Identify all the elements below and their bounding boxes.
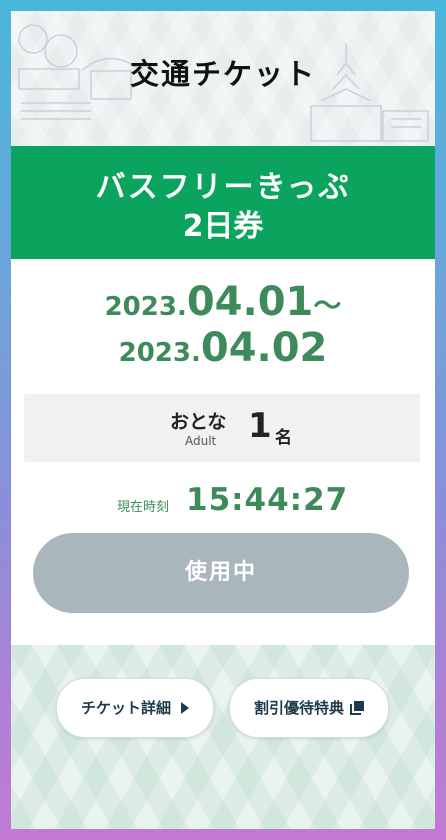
discount-benefits-button[interactable]: 割引優待特典 — [229, 678, 389, 738]
ticket-details-label: チケット詳細 — [80, 699, 171, 717]
passenger-count-box: おとな Adult 1 名 — [24, 394, 420, 462]
current-time-value: 15:44:27 — [186, 482, 349, 518]
ticket-card: 交通チケット バスフリーきっぷ 2日券 2023.04.01〜 2023.04.… — [11, 11, 435, 829]
range-separator: 〜 — [313, 289, 342, 322]
current-time-label: 現在時刻 — [117, 500, 170, 515]
passenger-count: 1 — [248, 406, 272, 446]
header-banner: 交通チケット — [11, 11, 435, 146]
external-link-icon — [350, 701, 364, 715]
end-year: 2023. — [118, 338, 201, 368]
ticket-name: バスフリーきっぷ — [95, 170, 351, 205]
in-use-status-button[interactable]: 使用中 — [33, 533, 409, 613]
triangle-right-icon — [181, 702, 189, 714]
passenger-type-sublabel: Adult — [185, 434, 217, 448]
passenger-unit: 名 — [275, 428, 292, 448]
validity-end: 2023.04.02 — [11, 325, 435, 371]
start-month-day: 04.01 — [186, 279, 314, 325]
validity-start: 2023.04.01〜 — [11, 279, 435, 325]
footer-links: チケット詳細 割引優待特典 — [11, 645, 435, 829]
passenger-type-label: おとな — [170, 411, 227, 433]
ticket-details-button[interactable]: チケット詳細 — [56, 678, 214, 738]
start-year: 2023. — [104, 292, 187, 322]
validity-period: 2023.04.01〜 2023.04.02 — [11, 279, 435, 371]
current-time: 現在時刻 15:44:27 — [11, 481, 435, 521]
discount-benefits-label: 割引優待特典 — [253, 699, 344, 717]
ticket-name-band: バスフリーきっぷ 2日券 — [11, 146, 435, 259]
ticket-duration: 2日券 — [182, 209, 264, 244]
end-month-day: 04.02 — [200, 325, 328, 371]
page-title: 交通チケット — [129, 57, 316, 91]
